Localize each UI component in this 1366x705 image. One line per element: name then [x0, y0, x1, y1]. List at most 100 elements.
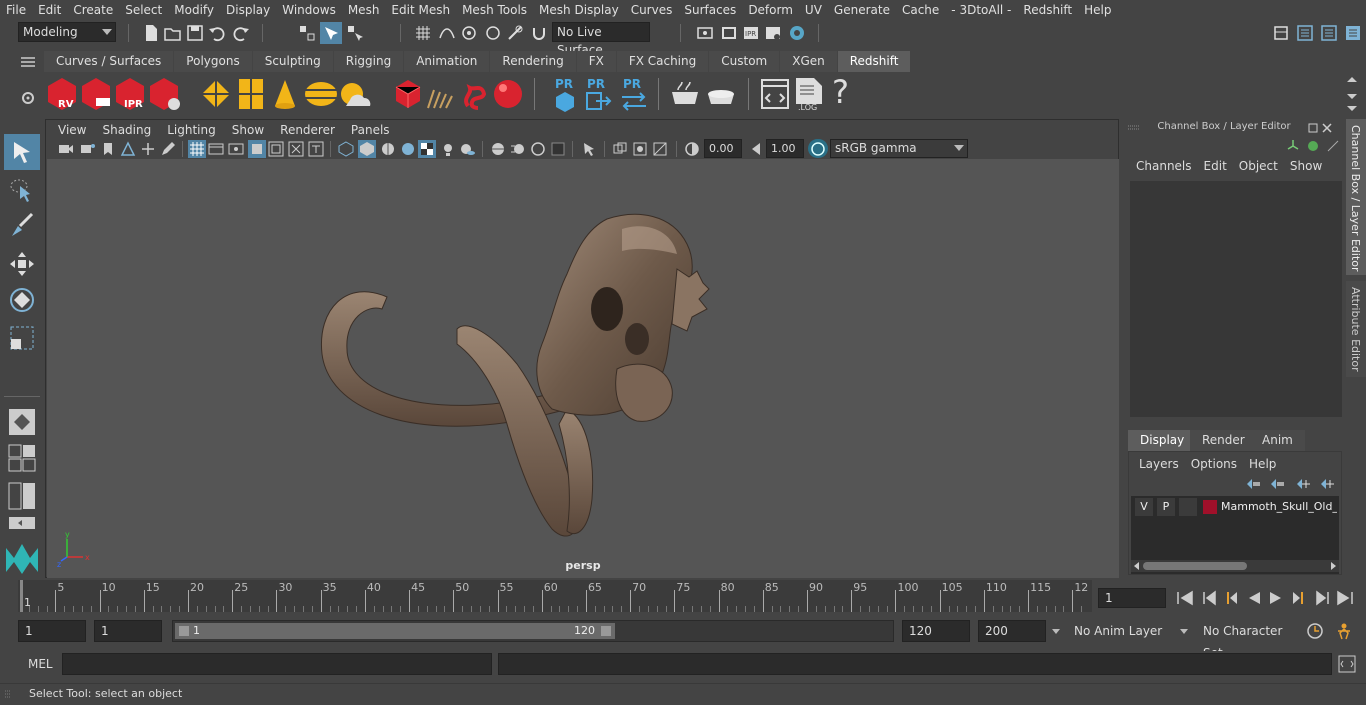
- workspace-icon[interactable]: [1272, 24, 1290, 42]
- 2d-pan-zoom-icon[interactable]: [140, 141, 156, 157]
- range-slider-track[interactable]: 1 120: [172, 620, 894, 642]
- rotate-tool-icon[interactable]: [8, 286, 36, 314]
- depth-of-field-icon[interactable]: [550, 141, 566, 157]
- layer-tab-anim[interactable]: Anim: [1250, 430, 1305, 451]
- single-perspective-layout-icon[interactable]: [8, 408, 36, 436]
- time-ruler[interactable]: 5 10 15 20 25 30 35 40 45 50 55 60 65 70 75 80 85 90 95 100…: [18, 580, 1092, 612]
- shelf-tab-rigging[interactable]: Rigging: [333, 51, 404, 72]
- rs-render-view-icon[interactable]: RV: [44, 76, 80, 112]
- auto-key-icon[interactable]: [1306, 622, 1324, 640]
- viewport-menu-lighting[interactable]: Lighting: [159, 123, 224, 137]
- viewport-menu-view[interactable]: View: [50, 123, 94, 137]
- rs-bake-icon[interactable]: [668, 80, 702, 108]
- snap-live-icon[interactable]: [506, 24, 524, 42]
- shelf-tab-sculpting[interactable]: Sculpting: [252, 51, 333, 72]
- rs-pr-mesh-icon[interactable]: PR: [552, 76, 578, 112]
- shadows-icon[interactable]: [460, 141, 476, 157]
- channel-object-menu[interactable]: Object: [1233, 159, 1284, 177]
- menu-uv[interactable]: UV: [799, 0, 828, 20]
- select-component-icon[interactable]: [346, 24, 364, 42]
- play-forwards-icon[interactable]: [1268, 590, 1284, 606]
- layer-name[interactable]: Mammoth_Skull_Old_E: [1221, 498, 1337, 516]
- animation-preferences-icon[interactable]: [1334, 622, 1354, 640]
- rs-hair-icon[interactable]: [424, 82, 456, 110]
- snap-point-icon[interactable]: [460, 24, 478, 42]
- safe-title-icon[interactable]: [308, 141, 324, 157]
- render-settings-icon[interactable]: [696, 24, 714, 42]
- shelf-tab-rendering[interactable]: Rendering: [490, 51, 576, 72]
- range-slider-handle[interactable]: 1 120: [175, 623, 615, 639]
- playback-start-field[interactable]: 1: [94, 620, 162, 642]
- exposure-icon[interactable]: [684, 141, 700, 157]
- go-to-start-icon[interactable]: [1176, 590, 1194, 606]
- gamma-icon[interactable]: [748, 141, 764, 157]
- menu-display[interactable]: Display: [220, 0, 276, 20]
- four-view-layout-icon[interactable]: [8, 444, 36, 472]
- menu-cache[interactable]: Cache: [896, 0, 945, 20]
- select-object-mode-button[interactable]: [320, 22, 342, 44]
- hyper-icon[interactable]: [1326, 139, 1340, 153]
- rs-log-icon[interactable]: .LOG: [794, 76, 824, 112]
- shelf-tab-custom[interactable]: Custom: [709, 51, 780, 72]
- shelf-tab-animation[interactable]: Animation: [404, 51, 490, 72]
- shelf-tab-polygons[interactable]: Polygons: [174, 51, 252, 72]
- menu-mesh[interactable]: Mesh: [342, 0, 386, 20]
- scale-tool-icon[interactable]: [8, 324, 36, 352]
- bookmark-icon[interactable]: [100, 141, 116, 157]
- camera-icon[interactable]: [58, 141, 74, 157]
- rs-help-icon[interactable]: ?: [832, 74, 849, 110]
- select-tool-button[interactable]: [4, 134, 40, 170]
- step-forward-frame-icon[interactable]: [1290, 590, 1308, 606]
- float-window-icon[interactable]: [1308, 123, 1318, 133]
- layer-tab-display[interactable]: Display: [1128, 430, 1197, 451]
- script-language-toggle[interactable]: MEL: [28, 657, 53, 671]
- channel-edit-menu[interactable]: Edit: [1198, 159, 1233, 177]
- outliner-layout-icon[interactable]: [8, 516, 36, 530]
- channel-box-toggle-icon[interactable]: [1344, 24, 1362, 42]
- menu-edit[interactable]: Edit: [32, 0, 67, 20]
- layer-tab-render[interactable]: Render: [1190, 430, 1257, 451]
- script-editor-icon[interactable]: [1338, 655, 1356, 673]
- character-set-dropdown[interactable]: No Character Set: [1178, 620, 1302, 660]
- mode-dropdown[interactable]: Modeling: [18, 22, 116, 42]
- menu-mesh-tools[interactable]: Mesh Tools: [456, 0, 533, 20]
- menu-surfaces[interactable]: Surfaces: [678, 0, 742, 20]
- perspective-viewport[interactable]: x y z persp: [47, 159, 1119, 578]
- rs-ipr-icon[interactable]: IPR: [112, 76, 148, 112]
- rs-volume-icon[interactable]: [460, 78, 490, 110]
- rs-pr-export-icon[interactable]: PR: [584, 76, 612, 112]
- side-tab-channel-box[interactable]: Channel Box / Layer Editor: [1346, 119, 1366, 275]
- viewport-menu-shading[interactable]: Shading: [94, 123, 159, 137]
- rs-dome-light-icon[interactable]: [304, 80, 338, 108]
- grease-pencil-icon[interactable]: [160, 141, 176, 157]
- view-transform-dropdown[interactable]: sRGB gamma: [830, 139, 968, 158]
- channels-menu[interactable]: Channels: [1124, 159, 1198, 177]
- live-surface-field[interactable]: No Live Surface: [552, 22, 650, 57]
- screen-space-ao-icon[interactable]: [490, 141, 506, 157]
- layer-help-menu[interactable]: Help: [1243, 454, 1282, 474]
- use-all-lights-icon[interactable]: [440, 141, 456, 157]
- film-gate-icon[interactable]: [208, 141, 224, 157]
- rs-bake-sets-icon[interactable]: [704, 80, 738, 108]
- redo-icon[interactable]: [232, 24, 250, 42]
- shelf-tab-curves-surfaces[interactable]: Curves / Surfaces: [44, 51, 174, 72]
- play-backwards-icon[interactable]: [1246, 590, 1262, 606]
- textured-toggle-button[interactable]: [418, 140, 436, 158]
- shelf-tab-fx-caching[interactable]: FX Caching: [616, 51, 709, 72]
- safe-action-icon[interactable]: [288, 141, 304, 157]
- layer-color-swatch[interactable]: [1203, 500, 1217, 514]
- menu-select[interactable]: Select: [119, 0, 168, 20]
- layer-scroll-thumb[interactable]: [1143, 562, 1247, 570]
- menu-edit-mesh[interactable]: Edit Mesh: [385, 0, 456, 20]
- xray-joints-icon[interactable]: [632, 141, 648, 157]
- render-frame-icon[interactable]: [720, 24, 738, 42]
- layer-playback-toggle[interactable]: P: [1157, 498, 1175, 516]
- color-management-toggle[interactable]: [808, 139, 828, 158]
- close-icon[interactable]: [1322, 123, 1332, 133]
- shelf-tab-xgen[interactable]: XGen: [780, 51, 837, 72]
- menu-curves[interactable]: Curves: [625, 0, 679, 20]
- rs-pr-swap-icon[interactable]: PR: [620, 76, 648, 112]
- shelf-scroll-arrows-icon[interactable]: [1346, 74, 1358, 114]
- camera-attributes-icon[interactable]: [80, 141, 96, 157]
- scroll-left-icon[interactable]: [1133, 562, 1141, 570]
